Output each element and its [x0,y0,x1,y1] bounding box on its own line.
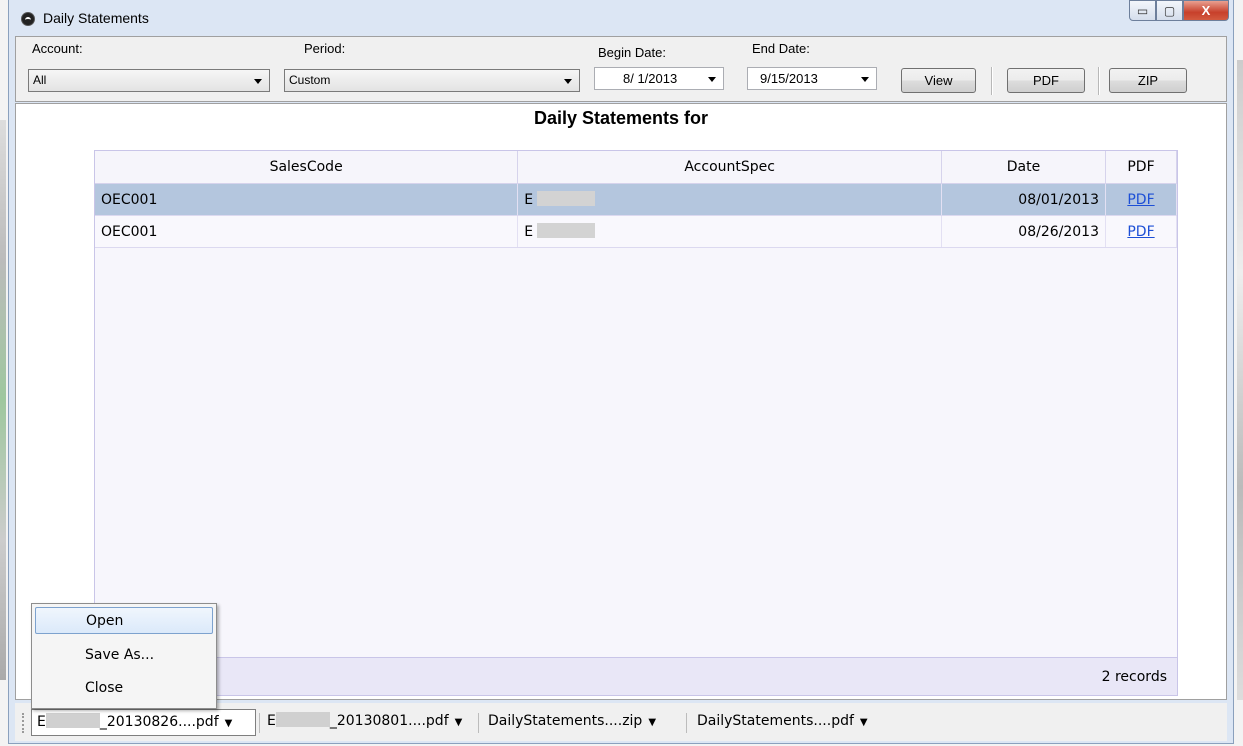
chevron-down-icon [564,79,572,84]
right-edge-blur [1237,60,1243,700]
pdf-link[interactable]: PDF [1127,224,1154,240]
redacted-block [537,191,596,206]
window-controls: ▭ ▢ X [1129,0,1229,22]
table-header-row: SalesCode AccountSpec Date PDF [95,151,1177,184]
download-name: DailyStatements....pdf [697,713,854,729]
download-item[interactable]: DailyStatements....zip ▼ [488,709,656,736]
column-header-date[interactable]: Date [941,151,1106,184]
begin-date-picker[interactable]: 8/ 1/2013 [594,67,724,90]
begin-date-label: Begin Date: [598,45,666,60]
chevron-down-icon [708,77,716,82]
begin-date-value: 8/ 1/2013 [623,71,678,86]
grip-handle[interactable] [22,713,26,733]
account-value: All [33,73,47,87]
table-row[interactable]: OEC001 E 08/01/2013 PDF [95,183,1177,216]
download-prefix: E [267,713,276,729]
pdf-button[interactable]: PDF [1007,68,1085,93]
date-cell: 08/01/2013 [941,183,1106,216]
pdf-cell: PDF [1105,183,1177,216]
accountspec-value: E [524,192,534,208]
menu-item-open[interactable]: Open [35,607,213,634]
salescode-cell: OEC001 [95,183,519,216]
download-separator [259,713,260,733]
chevron-down-icon[interactable]: ▼ [225,718,233,729]
chevron-down-icon [861,77,869,82]
date-cell: 08/26/2013 [941,215,1106,248]
minimize-button[interactable]: ▭ [1129,0,1156,21]
left-edge-blur [0,120,6,680]
download-name: _20130801....pdf [329,713,449,729]
view-button[interactable]: View [901,68,976,93]
redacted-block [45,713,100,728]
download-item[interactable]: E _20130801....pdf ▼ [267,709,462,736]
download-context-menu: Open Save As... Close [31,603,217,709]
download-separator [686,713,687,733]
chevron-down-icon[interactable]: ▼ [455,717,463,728]
end-date-label: End Date: [752,41,810,56]
title-bar[interactable]: Daily Statements ▭ ▢ X [9,0,1233,36]
download-separator [478,713,479,733]
window-title: Daily Statements [43,10,149,26]
download-item[interactable]: E _20130826....pdf ▼ [31,709,256,736]
redacted-block [537,223,596,238]
chevron-down-icon[interactable]: ▼ [648,717,656,728]
salescode-cell: OEC001 [95,215,519,248]
accountspec-cell: E [517,215,943,248]
column-header-pdf[interactable]: PDF [1105,151,1177,184]
chevron-down-icon [254,79,262,84]
statements-table: SalesCode AccountSpec Date PDF OEC001 E … [95,151,1177,248]
pdf-cell: PDF [1105,215,1177,248]
download-name: DailyStatements....zip [488,713,643,729]
period-value: Custom [289,73,331,87]
close-button[interactable]: X [1183,0,1229,21]
app-icon[interactable] [21,12,35,26]
table-row[interactable]: OEC001 E 08/26/2013 PDF [95,215,1177,248]
statements-grid: SalesCode AccountSpec Date PDF OEC001 E … [94,150,1178,696]
redacted-block [275,712,330,727]
filter-toolbar: Account: All Period: Custom Begin Date: … [15,36,1227,102]
menu-item-save-as[interactable]: Save As... [35,642,213,669]
account-label: Account: [32,41,83,56]
download-prefix: E [37,714,46,730]
menu-item-close[interactable]: Close [35,675,213,702]
report-title: Daily Statements for [533,108,709,128]
chevron-down-icon[interactable]: ▼ [860,717,868,728]
maximize-button[interactable]: ▢ [1156,0,1183,21]
download-item[interactable]: DailyStatements....pdf ▼ [697,709,868,736]
account-dropdown[interactable]: All [28,69,270,92]
period-label: Period: [304,41,346,56]
end-date-value: 9/15/2013 [760,71,818,86]
accountspec-cell: E [517,183,943,216]
toolbar-separator [991,67,993,95]
column-header-accountspec[interactable]: AccountSpec [517,151,943,184]
download-name: _20130826....pdf [99,714,219,730]
record-count: 2 records [95,657,1177,695]
column-header-salescode[interactable]: SalesCode [95,151,519,184]
toolbar-separator [1098,67,1100,95]
accountspec-value: E [524,224,534,240]
period-dropdown[interactable]: Custom [284,69,580,92]
end-date-picker[interactable]: 9/15/2013 [747,67,877,90]
pdf-link[interactable]: PDF [1127,192,1154,208]
zip-button[interactable]: ZIP [1109,68,1187,93]
